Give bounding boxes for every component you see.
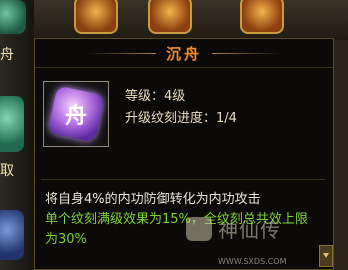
- upgrade-progress: 升级纹刻进度：1/4: [125, 111, 237, 126]
- rune-slot-icon[interactable]: [0, 0, 26, 34]
- watermark-mascot-icon: [186, 216, 212, 241]
- rune-gem-icon: 舟: [47, 85, 105, 143]
- tooltip-title-bar: 沉舟: [35, 39, 333, 68]
- scroll-down-button[interactable]: [319, 245, 333, 267]
- item-icon-frame: 舟: [43, 81, 109, 147]
- item-tooltip: 沉舟 舟 等级：4级 升级纹刻进度：1/4 将自身4%的内功防御转化为内功攻击 …: [34, 38, 334, 270]
- tooltip-title: 沉舟: [165, 44, 202, 63]
- watermark-url: WWW.SXDS.COM: [218, 257, 287, 266]
- side-label: 舟: [0, 47, 14, 63]
- rune-slot-icon[interactable]: [240, 0, 284, 34]
- rune-slot-icon[interactable]: [148, 0, 192, 34]
- rune-slot-icon[interactable]: [74, 0, 118, 34]
- title-divider: [85, 52, 156, 54]
- watermark-text: 神仙传: [218, 218, 281, 242]
- rune-slot-icon[interactable]: [0, 210, 24, 260]
- item-level: 等级：4级: [125, 89, 186, 104]
- watermark: 神仙传: [186, 214, 281, 243]
- title-divider: [212, 52, 282, 54]
- rune-slot-icon[interactable]: [0, 96, 24, 152]
- description-section: 将自身4%的内功防御转化为内功攻击 单个纹刻满级效果为15%，全纹刻总共效上限为…: [41, 179, 325, 266]
- rune-glyph: 舟: [64, 103, 88, 129]
- side-label[interactable]: 取: [0, 160, 14, 180]
- item-description: 将自身4%的内功防御转化为内功攻击: [45, 192, 261, 207]
